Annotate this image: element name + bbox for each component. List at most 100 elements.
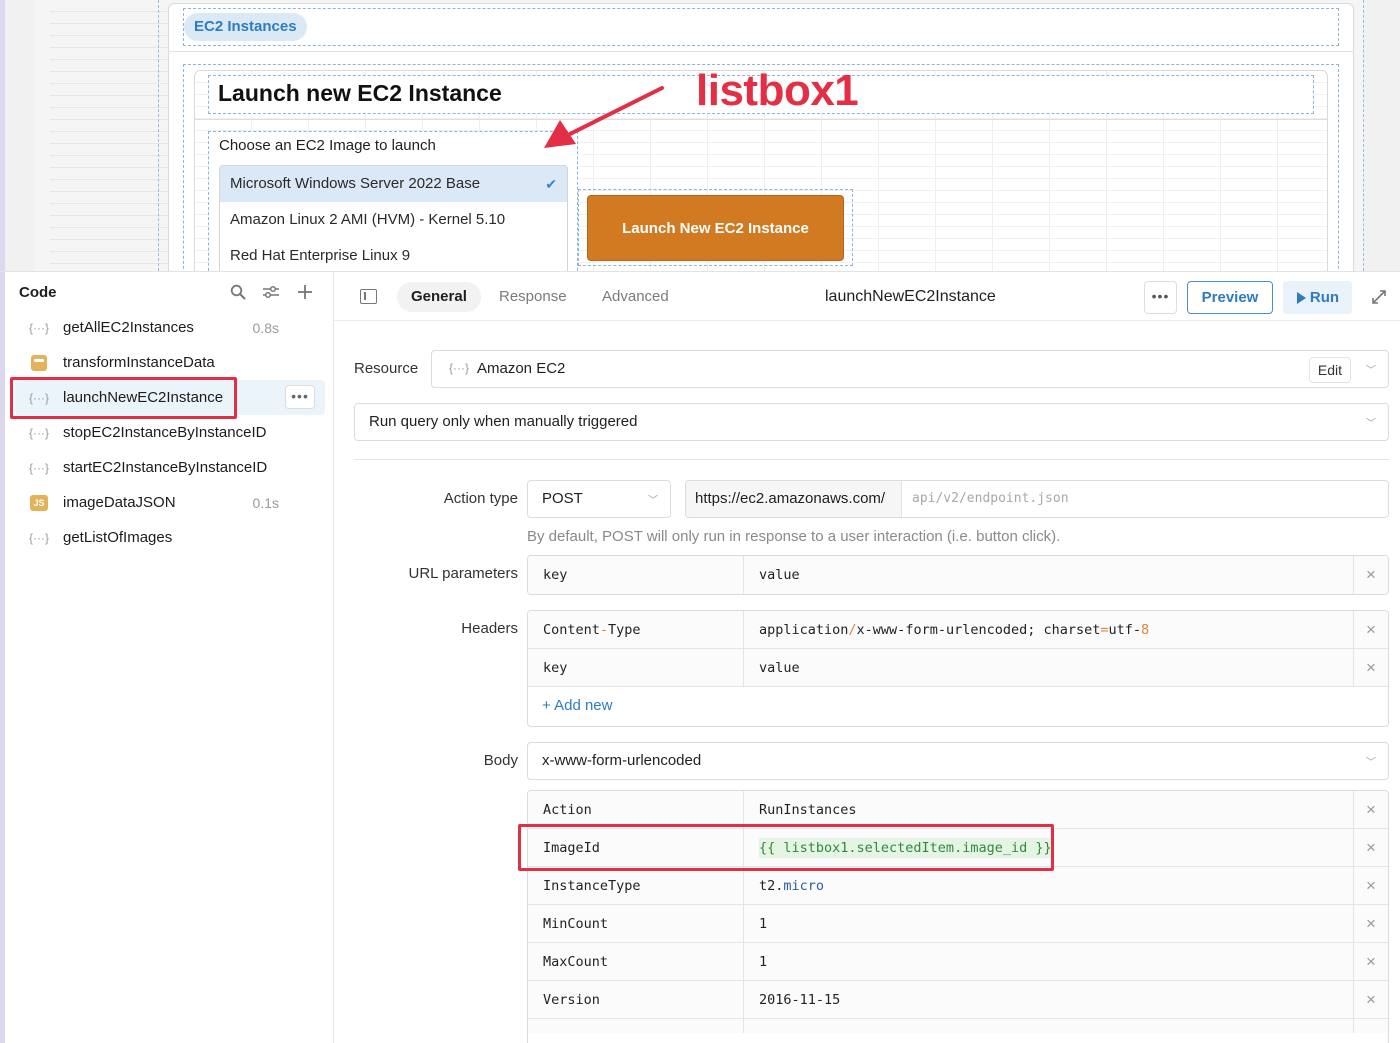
body-row: MaxCount 1 ×	[528, 943, 1388, 981]
edit-resource-button[interactable]: Edit	[1308, 357, 1351, 383]
column-guide	[1363, 0, 1364, 271]
option-label: Microsoft Windows Server 2022 Base	[230, 175, 481, 192]
annotation-label: listbox1	[696, 66, 859, 115]
body-key-input[interactable]: InstanceType	[528, 867, 744, 904]
option-label: Amazon Linux 2 AMI (HVM) - Kernel 5.10	[230, 211, 506, 228]
play-icon	[1296, 291, 1306, 304]
remove-icon[interactable]: ×	[1354, 943, 1388, 980]
more-actions-button[interactable]: •••	[1144, 281, 1177, 314]
url-param-row: key value ×	[528, 556, 1388, 594]
filter-sliders-icon[interactable]	[261, 282, 281, 302]
editor-toolbar: General Response Advanced launchNewEC2In…	[334, 272, 1400, 321]
search-icon[interactable]	[228, 282, 248, 302]
launch-instance-button[interactable]: Launch New EC2 Instance	[587, 195, 844, 261]
body-key-input[interactable]: MinCount	[528, 905, 744, 942]
body-key-input[interactable]: Version	[528, 981, 744, 1018]
trigger-value: Run query only when manually triggered	[369, 413, 638, 430]
query-more-button[interactable]: •••	[285, 385, 315, 409]
chevron-down-icon: ﹀	[1366, 418, 1376, 430]
resource-select[interactable]: {···} Amazon EC2 Edit ﹀	[431, 350, 1389, 388]
query-item[interactable]: {···} getListOfImages	[15, 520, 325, 555]
listbox1[interactable]: Microsoft Windows Server 2022 Base ✔ Ama…	[219, 165, 568, 271]
toggle-sidebar-icon[interactable]	[360, 289, 377, 304]
container-tag[interactable]: EC2 Instances	[184, 13, 307, 41]
remove-icon[interactable]: ×	[1354, 611, 1388, 648]
chevron-down-icon: ﹀	[1366, 365, 1376, 377]
query-item[interactable]: transformInstanceData	[15, 345, 325, 380]
body-row: Version 2016-11-15 ×	[528, 981, 1388, 1019]
remove-icon[interactable]: ×	[1354, 829, 1388, 866]
body-type-select[interactable]: x-www-form-urlencoded ﹀	[527, 742, 1389, 780]
expand-icon[interactable]	[1370, 288, 1388, 306]
query-item[interactable]: {···} getAllEC2Instances 0.8s	[15, 310, 325, 345]
remove-icon[interactable]: ×	[1354, 556, 1388, 594]
base-url: https://ec2.amazonaws.com/	[686, 481, 902, 517]
braces-icon: {···}	[449, 361, 470, 375]
header-value-input[interactable]: value	[744, 649, 1354, 686]
listbox-option[interactable]: Red Hat Enterprise Linux 9	[220, 238, 567, 271]
query-item[interactable]: {···} stopEC2InstanceByInstanceID	[15, 415, 325, 450]
body-value-input[interactable]: 1	[744, 943, 1354, 980]
app-canvas: EC2 Instances Launch new EC2 Instance Ch…	[0, 0, 1400, 271]
remove-icon[interactable]: ×	[1354, 981, 1388, 1018]
header-value-input[interactable]: application/x-www-form-urlencoded; chars…	[744, 611, 1354, 648]
body-value-cell	[744, 1019, 1354, 1033]
query-runtime: 0.1s	[252, 494, 279, 511]
remove-icon[interactable]: ×	[1354, 867, 1388, 904]
run-label: Run	[1309, 289, 1340, 306]
remove-icon[interactable]: ×	[1354, 791, 1388, 828]
add-icon[interactable]	[295, 282, 315, 302]
body-key-input[interactable]: MaxCount	[528, 943, 744, 980]
body-value-input[interactable]: t2.micro	[744, 867, 1354, 904]
check-icon: ✔	[545, 176, 557, 192]
tab-general[interactable]: General	[397, 282, 481, 312]
url-input[interactable]: https://ec2.amazonaws.com/ api/v2/endpoi…	[685, 480, 1389, 518]
header-key-input[interactable]: key	[528, 649, 744, 686]
query-item[interactable]: {···} startEC2InstanceByInstanceID	[15, 450, 325, 485]
body-value-input[interactable]: 2016-11-15	[744, 981, 1354, 1018]
header-key-input[interactable]: Content-Type	[528, 611, 744, 648]
braces-icon: {···}	[29, 320, 50, 335]
tab-advanced[interactable]: Advanced	[588, 282, 683, 312]
body-label: Body	[483, 752, 518, 769]
container-divider	[168, 51, 1354, 52]
param-value-input[interactable]: value	[744, 556, 1354, 594]
resource-value: Amazon EC2	[477, 360, 566, 377]
annotation-arrow-icon	[544, 86, 664, 148]
query-name: getListOfImages	[63, 529, 173, 546]
listbox-option[interactable]: Microsoft Windows Server 2022 Base ✔	[220, 166, 567, 202]
body-value-input[interactable]: RunInstances	[744, 791, 1354, 828]
preview-button[interactable]: Preview	[1187, 281, 1273, 314]
run-button[interactable]: Run	[1283, 281, 1352, 314]
query-runtime: 0.8s	[252, 319, 279, 336]
js-icon: JS	[29, 494, 49, 512]
listbox-option[interactable]: Amazon Linux 2 AMI (HVM) - Kernel 5.10	[220, 202, 567, 238]
url-params-label: URL parameters	[408, 565, 518, 582]
remove-icon[interactable]: ×	[1354, 649, 1388, 686]
body-type-value: x-www-form-urlencoded	[542, 752, 702, 769]
query-title[interactable]: launchNewEC2Instance	[825, 288, 996, 306]
body-row-partial	[528, 1019, 1388, 1033]
listbox-label: Choose an EC2 Image to launch	[219, 137, 436, 154]
header-row-empty: key value ×	[528, 649, 1388, 687]
action-type-select[interactable]: POST ﹀	[527, 480, 671, 518]
body-row: InstanceType t2.micro ×	[528, 867, 1388, 905]
headers-table: Content-Type application/x-www-form-urle…	[527, 610, 1389, 727]
chevron-down-icon: ﹀	[1366, 757, 1376, 769]
tab-response[interactable]: Response	[485, 282, 581, 312]
trigger-select[interactable]: Run query only when manually triggered ﹀	[354, 403, 1389, 441]
add-header-button[interactable]: + Add new	[528, 687, 1388, 725]
url-path-placeholder[interactable]: api/v2/endpoint.json	[912, 491, 1069, 506]
body-key-input[interactable]: Action	[528, 791, 744, 828]
remove-icon[interactable]: ×	[1354, 905, 1388, 942]
highlight-annotation	[518, 824, 1054, 871]
url-params-table: key value ×	[527, 555, 1389, 595]
param-key-input[interactable]: key	[528, 556, 744, 594]
form-divider	[194, 119, 1328, 120]
body-value-input[interactable]: 1	[744, 905, 1354, 942]
resource-label: Resource	[354, 360, 419, 377]
query-panel: Code {···} getAllEC2Instances 0.8s trans…	[0, 271, 1400, 1043]
action-type-value: POST	[542, 490, 583, 507]
query-item[interactable]: JS imageDataJSON 0.1s	[15, 485, 325, 520]
query-name: startEC2InstanceByInstanceID	[63, 459, 268, 476]
